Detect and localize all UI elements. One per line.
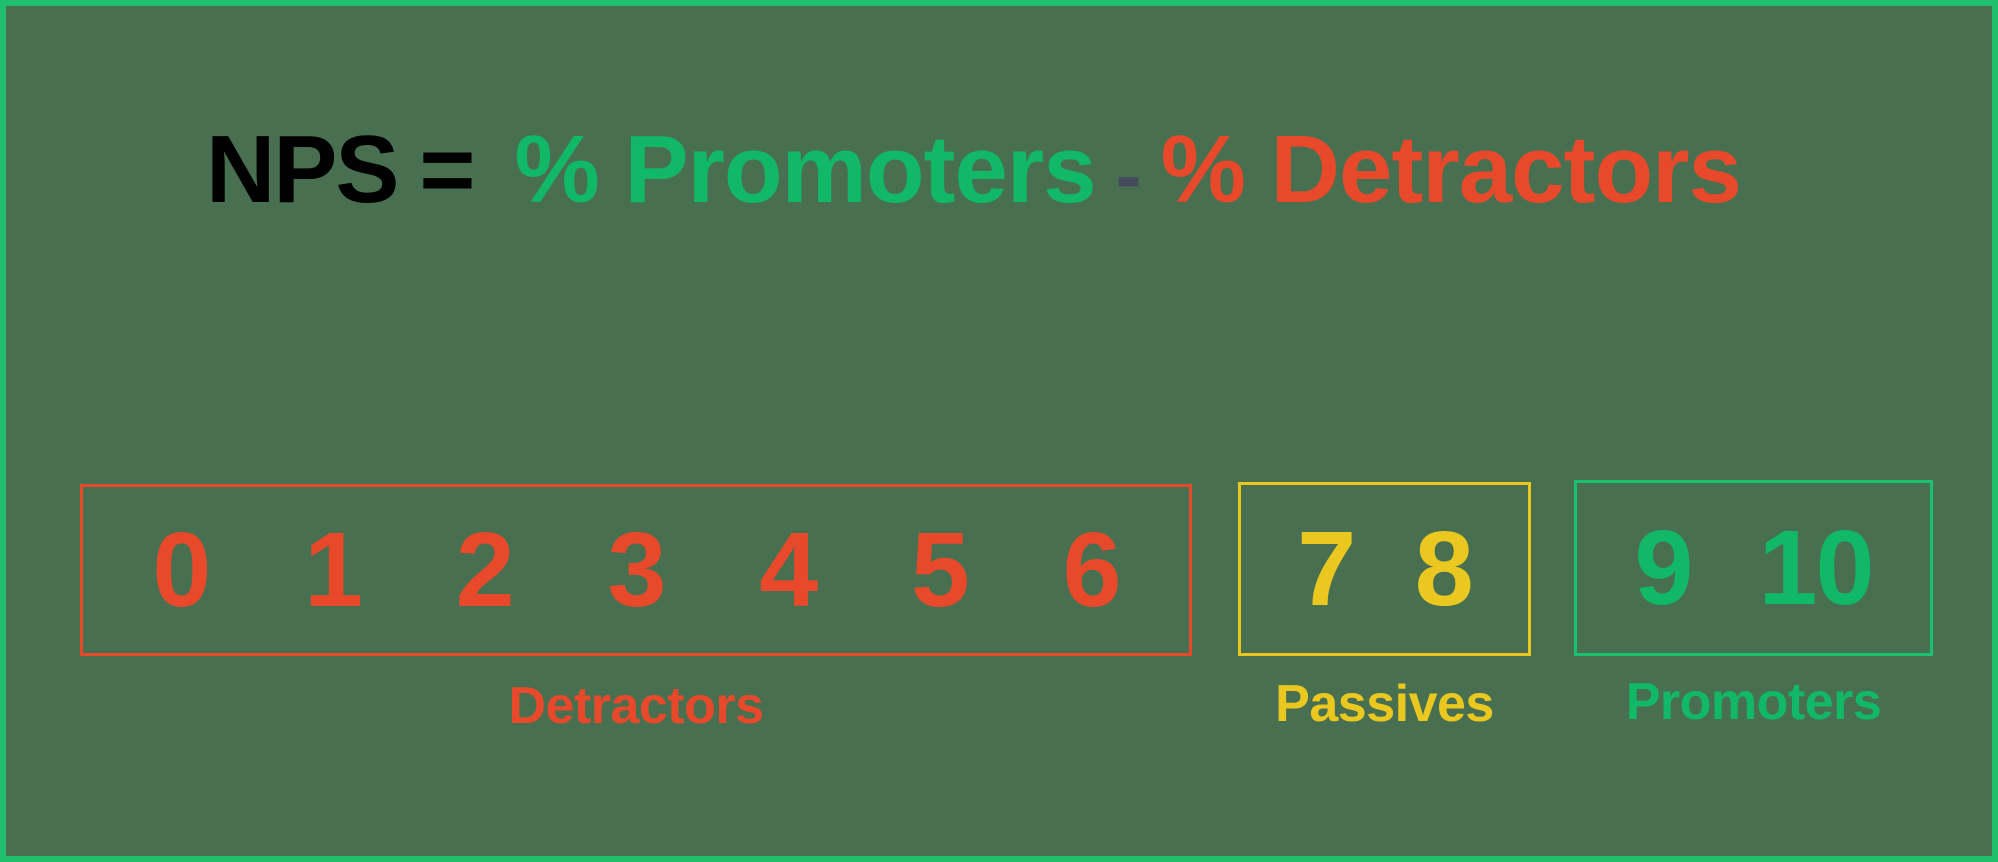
nps-diagram: NPS = % Promoters - % Detractors 0 1 2 3… <box>0 0 1998 862</box>
scale-group-detractors: 0 1 2 3 4 5 6 Detractors <box>80 484 1192 732</box>
formula-nps-label: NPS <box>206 116 399 223</box>
promoters-group-label: Promoters <box>1625 673 1882 731</box>
scale-group-promoters: 9 10 Promoters <box>1574 480 1933 728</box>
score-digit: 1 <box>304 511 363 629</box>
promoters-score-box: 9 10 <box>1574 480 1933 656</box>
score-digit: 7 <box>1297 510 1356 628</box>
score-digit: 0 <box>152 511 211 629</box>
detractors-group-label: Detractors <box>508 677 764 735</box>
score-digit: 9 <box>1634 509 1694 627</box>
formula-equals-sign: = <box>419 116 475 223</box>
scale-group-passives: 7 8 Passives <box>1238 482 1531 730</box>
formula-minus-sign: - <box>1115 131 1142 219</box>
detractors-score-box: 0 1 2 3 4 5 6 <box>80 484 1192 656</box>
score-digit: 2 <box>455 511 515 629</box>
formula-promoters-term: % Promoters <box>514 116 1096 223</box>
score-digit: 5 <box>910 511 970 629</box>
formula-detractors-term: % Detractors <box>1160 116 1742 223</box>
passives-group-label: Passives <box>1275 675 1494 733</box>
score-digit: 3 <box>607 511 666 629</box>
score-digit: 4 <box>759 511 818 629</box>
nps-formula: NPS = % Promoters - % Detractors <box>206 116 1742 223</box>
score-digit: 8 <box>1414 510 1474 628</box>
score-digit: 6 <box>1062 511 1122 629</box>
score-digit: 10 <box>1758 509 1875 627</box>
passives-score-box: 7 8 <box>1238 482 1531 656</box>
